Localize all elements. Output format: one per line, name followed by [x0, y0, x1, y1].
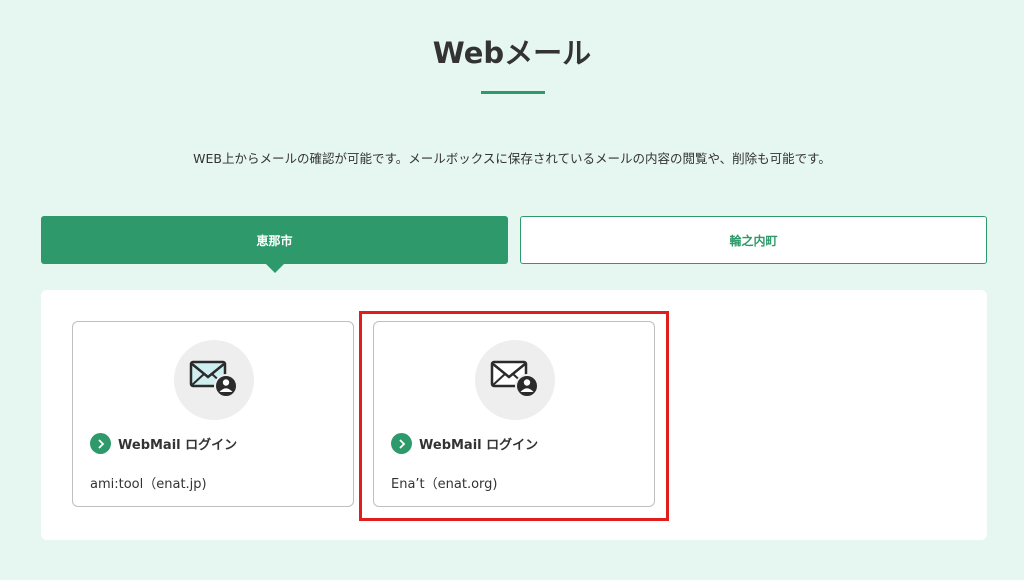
chevron-right-icon — [90, 433, 111, 454]
tab-ena[interactable]: 恵那市 — [41, 216, 508, 273]
tab-label: 輪之内町 — [729, 233, 778, 248]
active-tab-arrow — [265, 264, 284, 273]
webmail-login-link[interactable]: WebMail ログイン — [90, 433, 237, 454]
page-description: WEB上からメールの確認が可能です。メールボックスに保存されているメールの内容の… — [193, 151, 831, 166]
mail-user-icon — [189, 360, 238, 398]
page-title: Webメール — [432, 36, 592, 70]
service-name: ami:tool（enat.jp) — [90, 477, 207, 492]
login-label: WebMail ログイン — [118, 438, 238, 453]
tab-label: 恵那市 — [256, 233, 293, 248]
highlight-box — [359, 311, 669, 521]
webmail-card-amitool[interactable]: WebMail ログイン ami:tool（enat.jp) — [72, 321, 354, 507]
webmail-panel: WebMail ログイン ami:tool（enat.jp) WebMail ロ… — [41, 290, 987, 540]
tab-wanouchi[interactable]: 輪之内町 — [520, 216, 987, 264]
mail-user-icon-circle — [174, 340, 254, 420]
title-underline — [481, 91, 545, 94]
